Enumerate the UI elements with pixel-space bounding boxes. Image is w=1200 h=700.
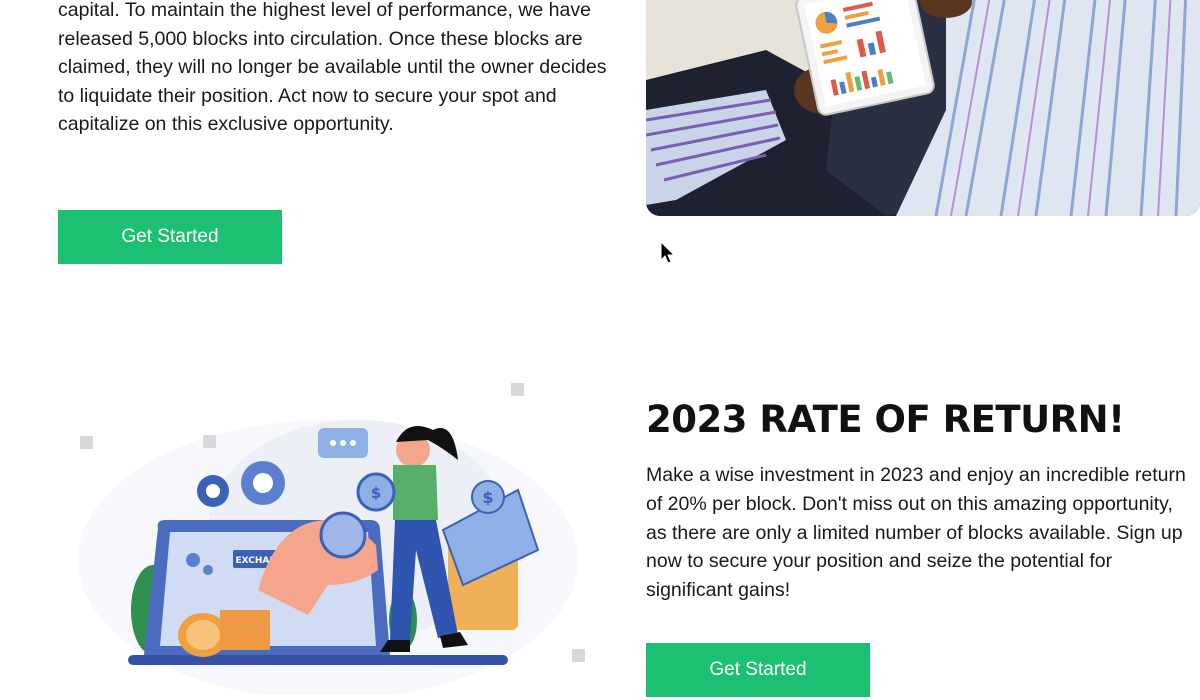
tablet-analytics-photo (646, 0, 1200, 216)
get-started-button-2[interactable]: Get Started (646, 643, 870, 697)
mouse-cursor-icon (660, 241, 676, 264)
svg-text:$: $ (482, 488, 493, 507)
rate-of-return-heading: 2023 RATE OF RETURN! (646, 398, 1125, 441)
get-started-button[interactable]: Get Started (58, 210, 282, 264)
exchange-illustration: EXCHANGE $ $ (58, 370, 618, 700)
rate-of-return-paragraph: Make a wise investment in 2023 and enjoy… (646, 464, 1186, 602)
svg-text:$: $ (371, 484, 381, 502)
intro-paragraph: capital. To maintain the highest level o… (58, 0, 607, 136)
